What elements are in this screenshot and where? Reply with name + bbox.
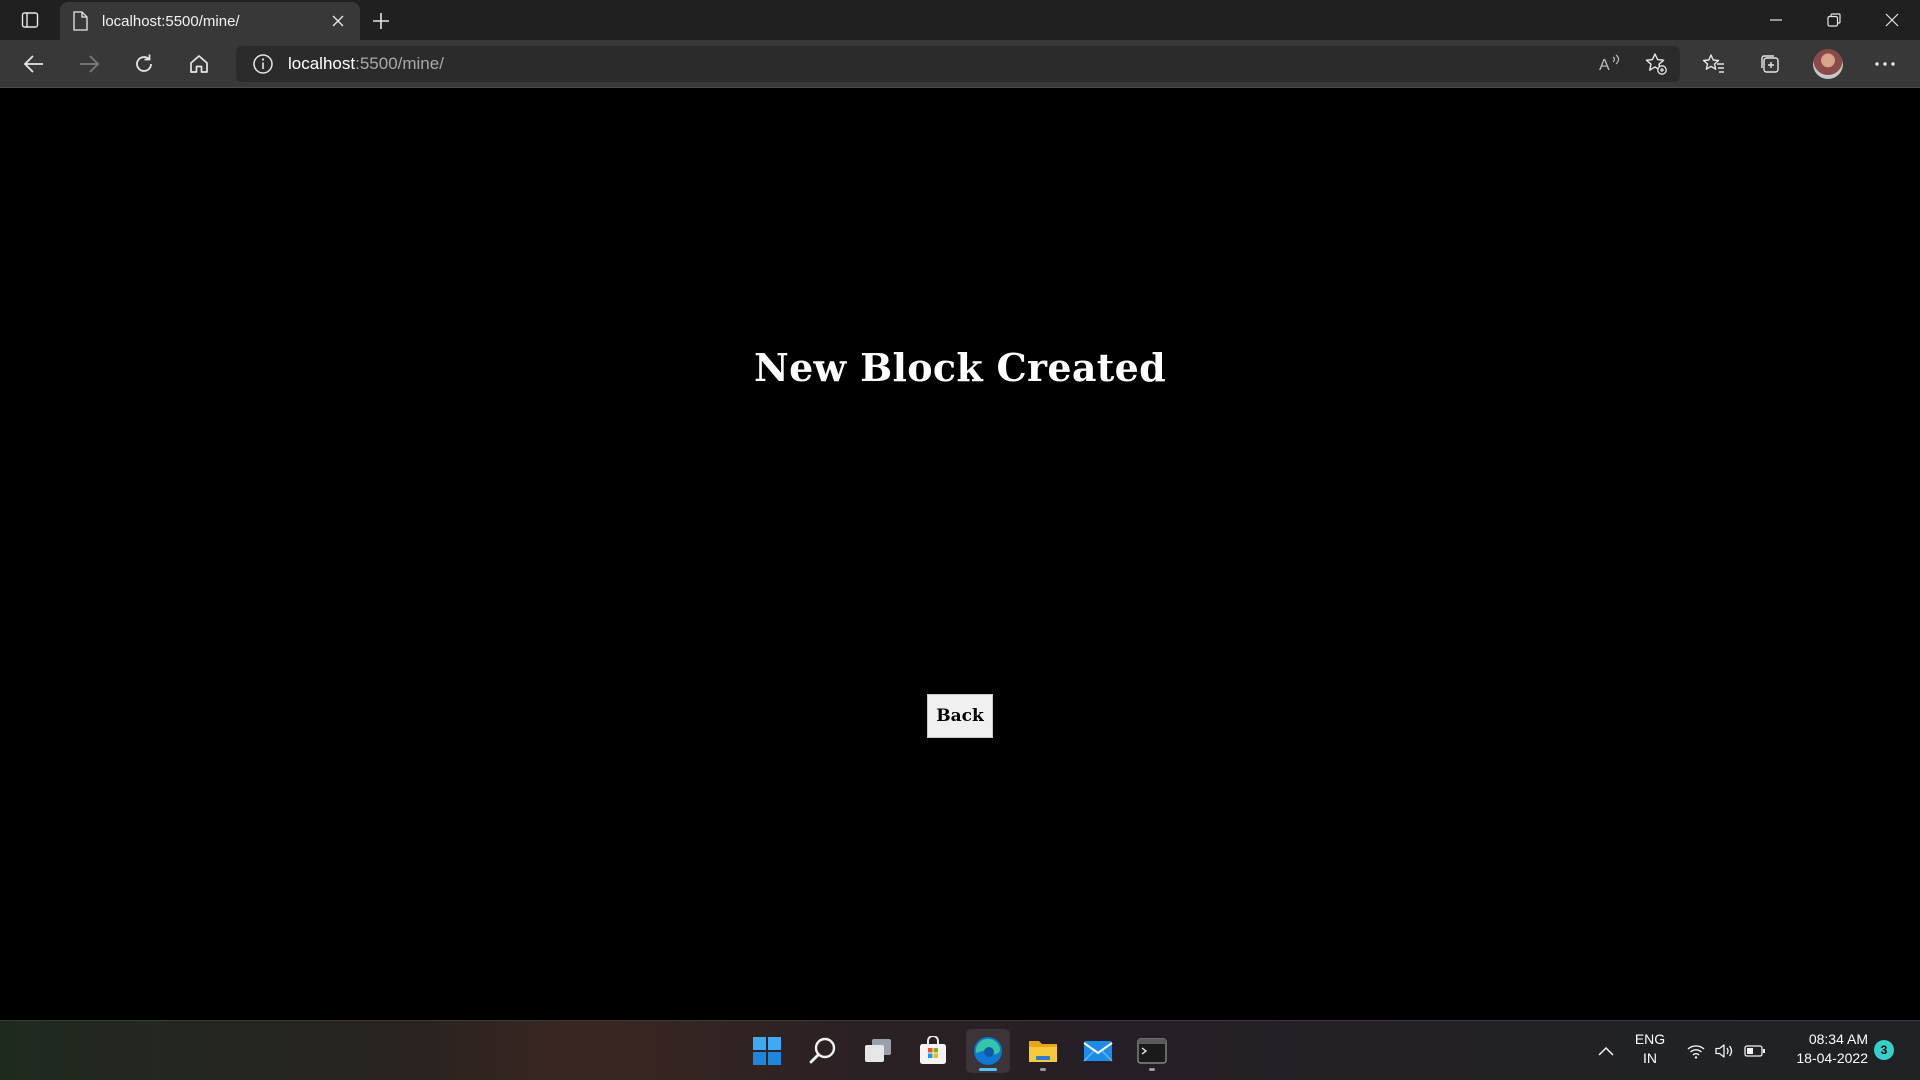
restore-icon[interactable] <box>1806 0 1862 40</box>
back-button[interactable]: Back <box>927 694 993 738</box>
collections-icon[interactable] <box>1750 46 1790 82</box>
taskbar: ENG IN 08:34 AM 18-04-2022 <box>0 1020 1920 1080</box>
tab-active[interactable]: localhost:5500/mine/ <box>60 2 360 40</box>
volume-icon[interactable] <box>1712 1029 1736 1073</box>
mail-icon[interactable] <box>1076 1029 1120 1073</box>
microsoft-store-icon[interactable] <box>911 1029 955 1073</box>
language-code: ENG <box>1634 1031 1666 1047</box>
file-explorer-icon[interactable] <box>1021 1029 1065 1073</box>
tab-actions-icon[interactable] <box>12 8 48 32</box>
wifi-icon[interactable] <box>1684 1029 1708 1073</box>
clock-time: 08:34 AM <box>1808 1031 1868 1047</box>
url-path: :5500/mine/ <box>355 54 444 73</box>
page-viewport: New Block Created Back <box>0 89 1920 1020</box>
tab-title: localhost:5500/mine/ <box>102 12 240 30</box>
more-options-icon[interactable] <box>1865 46 1905 82</box>
input-language[interactable]: ENG IN <box>1630 1030 1670 1068</box>
profile-avatar[interactable] <box>1808 46 1848 82</box>
edge-icon[interactable] <box>966 1029 1010 1073</box>
close-tab-icon[interactable] <box>328 11 348 31</box>
site-info-icon[interactable] <box>252 53 274 75</box>
home-icon[interactable] <box>179 46 219 82</box>
battery-icon[interactable] <box>1742 1029 1768 1073</box>
region-code: IN <box>1643 1050 1657 1066</box>
start-icon[interactable] <box>745 1029 789 1073</box>
favorites-icon[interactable] <box>1694 46 1734 82</box>
browser-window: localhost:5500/mine/ localhost:5500/min… <box>0 0 1920 1080</box>
active-indicator <box>979 1068 997 1071</box>
browser-toolbar: localhost:5500/mine/ A <box>0 40 1920 88</box>
new-tab-icon[interactable] <box>368 8 394 34</box>
search-icon[interactable] <box>801 1029 845 1073</box>
read-aloud-icon[interactable]: A <box>1590 46 1630 82</box>
tab-strip: localhost:5500/mine/ <box>0 0 1920 40</box>
avatar <box>1813 49 1843 79</box>
running-indicator <box>1040 1068 1046 1071</box>
task-view-icon[interactable] <box>856 1029 900 1073</box>
page-icon <box>72 11 88 31</box>
address-bar[interactable]: localhost:5500/mine/ A <box>236 46 1680 82</box>
forward-arrow-icon[interactable] <box>69 46 109 82</box>
svg-text:A: A <box>1599 57 1610 74</box>
minimize-icon[interactable] <box>1748 0 1804 40</box>
url-host: localhost <box>288 54 356 73</box>
add-favorite-icon[interactable] <box>1636 46 1676 82</box>
terminal-icon[interactable] <box>1130 1029 1174 1073</box>
refresh-icon[interactable] <box>124 46 164 82</box>
running-indicator <box>1149 1068 1155 1071</box>
close-window-icon[interactable] <box>1864 0 1920 40</box>
page-title: New Block Created <box>754 345 1166 390</box>
clock[interactable]: 08:34 AM 18-04-2022 <box>1776 1030 1868 1068</box>
clock-date: 18-04-2022 <box>1796 1050 1868 1066</box>
chevron-up-icon[interactable] <box>1584 1029 1628 1073</box>
notification-badge[interactable]: 3 <box>1874 1040 1894 1060</box>
back-arrow-icon[interactable] <box>14 46 54 82</box>
